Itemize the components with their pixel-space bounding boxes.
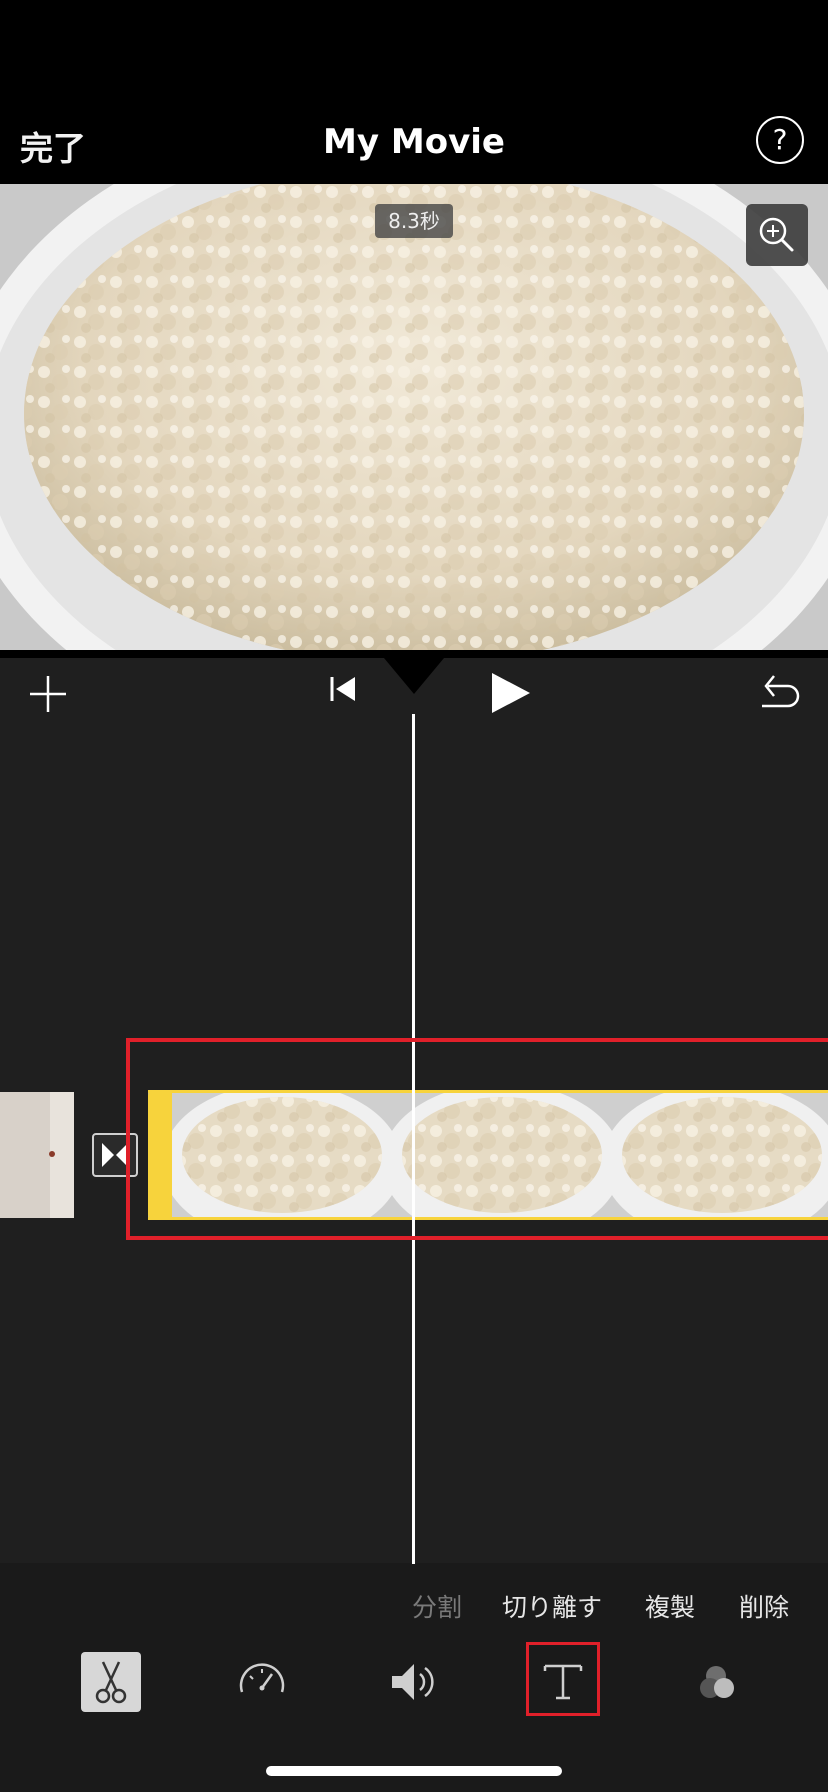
speaker-icon	[392, 1664, 434, 1700]
undo-button[interactable]	[756, 670, 802, 718]
status-bar-area	[0, 0, 828, 100]
add-media-button[interactable]	[26, 672, 70, 720]
detach-action[interactable]: 切り離す	[502, 1588, 602, 1624]
preview-divider	[0, 650, 828, 658]
filters-icon	[700, 1666, 734, 1698]
tool-actions[interactable]	[81, 1652, 141, 1712]
clip-highlight-annotation	[126, 1038, 828, 1240]
delete-action[interactable]: 削除	[739, 1588, 789, 1624]
previous-clip[interactable]	[0, 1092, 74, 1218]
speedometer-icon	[239, 1663, 285, 1693]
zoom-in-icon	[759, 217, 794, 252]
preview-frame-image	[0, 184, 828, 650]
playhead-marker	[384, 658, 444, 694]
navigation-bar: 完了 My Movie	[0, 100, 828, 184]
tool-volume[interactable]	[384, 1652, 444, 1712]
undo-icon	[762, 675, 800, 708]
plus-icon	[30, 676, 66, 712]
skip-to-start-button[interactable]	[326, 672, 360, 710]
home-indicator	[266, 1766, 562, 1776]
zoom-button[interactable]	[746, 204, 808, 266]
video-preview: 8.3秒	[0, 184, 828, 650]
project-title: My Movie	[323, 122, 505, 162]
skip-to-start-icon	[330, 677, 355, 701]
duplicate-action[interactable]: 複製	[645, 1588, 695, 1624]
split-action[interactable]: 分割	[412, 1588, 462, 1624]
tool-speed[interactable]	[232, 1652, 292, 1712]
clip-duration-badge: 8.3秒	[375, 204, 453, 238]
previous-clip-thumbnail	[0, 1092, 74, 1218]
play-button[interactable]	[488, 670, 532, 720]
titles-highlight-annotation	[526, 1642, 600, 1716]
play-icon	[492, 673, 530, 713]
tool-filters[interactable]	[688, 1652, 748, 1712]
help-button[interactable]: ?	[756, 116, 804, 164]
scissors-icon	[95, 1661, 127, 1704]
